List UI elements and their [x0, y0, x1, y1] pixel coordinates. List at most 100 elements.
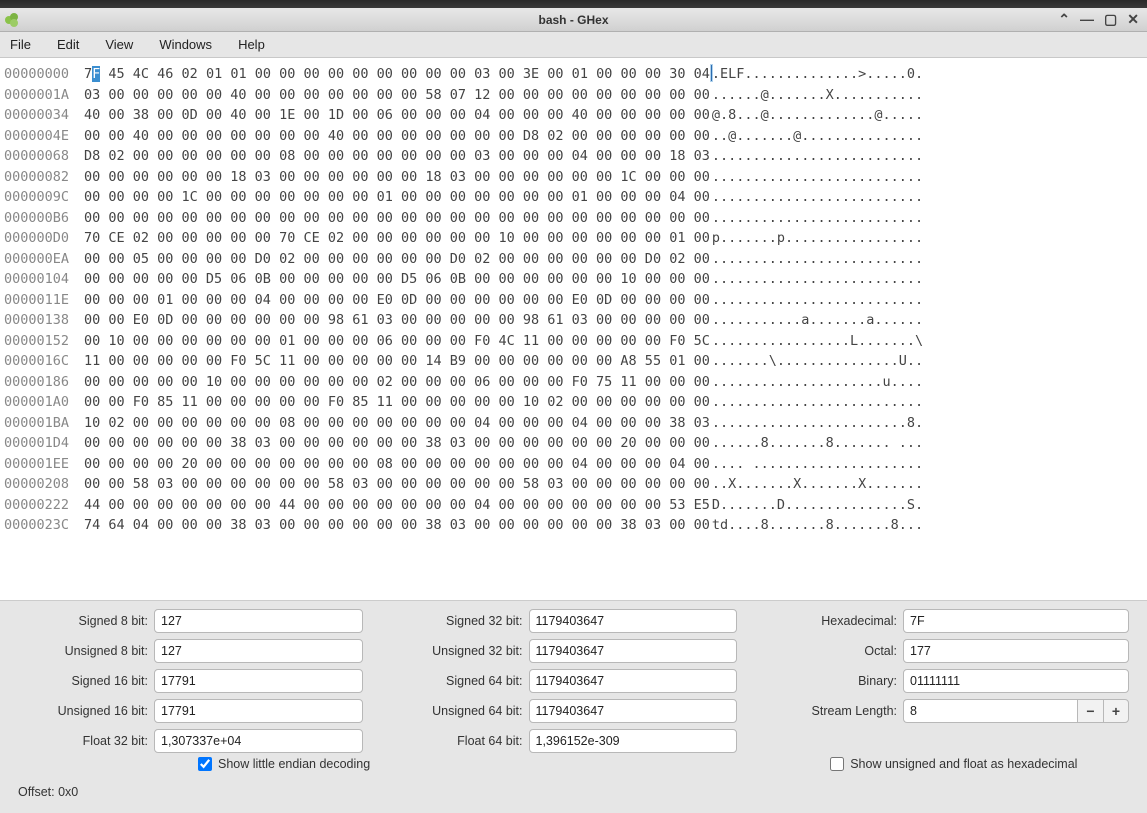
hex-row[interactable]: 0000020800 00 58 03 00 00 00 00 00 00 58…: [4, 474, 1143, 495]
hex-bytes[interactable]: 03 00 00 00 00 00 40 00 00 00 00 00 00 0…: [84, 85, 710, 106]
field-bin[interactable]: [903, 669, 1129, 693]
hex-ascii[interactable]: ..........................: [712, 290, 923, 311]
hex-row[interactable]: 0000010400 00 00 00 00 D5 06 0B 00 00 00…: [4, 269, 1143, 290]
field-f64[interactable]: [529, 729, 738, 753]
hex-ascii[interactable]: p.......p.................: [712, 228, 923, 249]
hex-ascii[interactable]: ..........................: [712, 167, 923, 188]
checkbox-hex-mode[interactable]: [830, 757, 844, 771]
hex-row[interactable]: 0000001A03 00 00 00 00 00 40 00 00 00 00…: [4, 85, 1143, 106]
hex-ascii[interactable]: @.8...@.............@.....: [712, 105, 923, 126]
hex-bytes[interactable]: 40 00 38 00 0D 00 40 00 1E 00 1D 00 06 0…: [84, 105, 710, 126]
hex-bytes[interactable]: 11 00 00 00 00 00 F0 5C 11 00 00 00 00 0…: [84, 351, 710, 372]
hex-ascii[interactable]: .ELF..............>.....0.: [712, 64, 923, 85]
field-u64[interactable]: [529, 699, 738, 723]
hex-bytes[interactable]: 00 00 00 00 00 00 18 03 00 00 00 00 00 0…: [84, 167, 710, 188]
hex-bytes[interactable]: D8 02 00 00 00 00 00 00 08 00 00 00 00 0…: [84, 146, 710, 167]
field-u16[interactable]: [154, 699, 363, 723]
hex-row[interactable]: 0000023C74 64 04 00 00 00 38 03 00 00 00…: [4, 515, 1143, 536]
hex-ascii[interactable]: td....8.......8.......8...: [712, 515, 923, 536]
close-icon[interactable]: ✕: [1127, 11, 1139, 28]
hex-row[interactable]: 0000016C11 00 00 00 00 00 F0 5C 11 00 00…: [4, 351, 1143, 372]
hex-ascii[interactable]: ..........................: [712, 146, 923, 167]
rollup-icon[interactable]: ⌃: [1058, 11, 1070, 28]
hex-row[interactable]: 0000004E00 00 40 00 00 00 00 00 00 00 40…: [4, 126, 1143, 147]
label-hex: Hexadecimal:: [767, 614, 897, 628]
menu-edit[interactable]: Edit: [53, 35, 83, 54]
hex-ascii[interactable]: ..X.......X.......X.......: [712, 474, 923, 495]
hex-ascii[interactable]: ..@.......@...............: [712, 126, 923, 147]
hex-bytes[interactable]: 44 00 00 00 00 00 00 00 44 00 00 00 00 0…: [84, 495, 710, 516]
hex-row[interactable]: 0000009C00 00 00 00 1C 00 00 00 00 00 00…: [4, 187, 1143, 208]
hex-bytes[interactable]: 00 00 00 00 1C 00 00 00 00 00 00 00 01 0…: [84, 187, 710, 208]
hex-bytes[interactable]: 00 00 40 00 00 00 00 00 00 00 40 00 00 0…: [84, 126, 710, 147]
hex-row[interactable]: 000000EA00 00 05 00 00 00 00 D0 02 00 00…: [4, 249, 1143, 270]
menu-windows[interactable]: Windows: [155, 35, 216, 54]
hex-row[interactable]: 0000022244 00 00 00 00 00 00 00 44 00 00…: [4, 495, 1143, 516]
menu-help[interactable]: Help: [234, 35, 269, 54]
hex-ascii[interactable]: ...........a.......a......: [712, 310, 923, 331]
window-titlebar[interactable]: bash - GHex ⌃ — ▢ ✕: [0, 8, 1147, 32]
hex-row[interactable]: 000000D070 CE 02 00 00 00 00 00 70 CE 02…: [4, 228, 1143, 249]
field-hex[interactable]: [903, 609, 1129, 633]
hex-ascii[interactable]: .... .....................: [712, 454, 923, 475]
hex-row[interactable]: 0000008200 00 00 00 00 00 18 03 00 00 00…: [4, 167, 1143, 188]
hex-row[interactable]: 0000011E00 00 00 01 00 00 00 04 00 00 00…: [4, 290, 1143, 311]
minimize-icon[interactable]: —: [1080, 11, 1094, 28]
checkbox-little-endian[interactable]: [198, 757, 212, 771]
hex-ascii[interactable]: .......\...............U..: [712, 351, 923, 372]
hex-ascii[interactable]: ......@.......X...........: [712, 85, 923, 106]
hex-bytes[interactable]: 00 00 58 03 00 00 00 00 00 00 58 03 00 0…: [84, 474, 710, 495]
hex-row[interactable]: 00000068D8 02 00 00 00 00 00 00 08 00 00…: [4, 146, 1143, 167]
hex-row[interactable]: 000001A000 00 F0 85 11 00 00 00 00 00 F0…: [4, 392, 1143, 413]
hex-bytes[interactable]: 00 00 00 00 00 D5 06 0B 00 00 00 00 00 D…: [84, 269, 710, 290]
field-s8[interactable]: [154, 609, 363, 633]
maximize-icon[interactable]: ▢: [1104, 11, 1117, 28]
hex-bytes[interactable]: 00 00 F0 85 11 00 00 00 00 00 F0 85 11 0…: [84, 392, 710, 413]
hex-row[interactable]: 000000007F 45 4C 46 02 01 01 00 00 00 00…: [4, 64, 1143, 85]
hex-row[interactable]: 000000B600 00 00 00 00 00 00 00 00 00 00…: [4, 208, 1143, 229]
hex-ascii[interactable]: ........................8.: [712, 413, 923, 434]
hex-bytes[interactable]: 74 64 04 00 00 00 38 03 00 00 00 00 00 0…: [84, 515, 710, 536]
hex-ascii[interactable]: ..........................: [712, 249, 923, 270]
field-u32[interactable]: [529, 639, 738, 663]
hex-ascii[interactable]: ..........................: [712, 208, 923, 229]
hex-ascii[interactable]: ..........................: [712, 269, 923, 290]
stream-length-minus[interactable]: −: [1077, 699, 1103, 723]
hex-row[interactable]: 0000003440 00 38 00 0D 00 40 00 1E 00 1D…: [4, 105, 1143, 126]
field-s32[interactable]: [529, 609, 738, 633]
field-f32[interactable]: [154, 729, 363, 753]
hex-bytes[interactable]: 00 00 00 00 20 00 00 00 00 00 00 00 08 0…: [84, 454, 710, 475]
hex-bytes[interactable]: 10 02 00 00 00 00 00 00 08 00 00 00 00 0…: [84, 413, 710, 434]
hex-bytes[interactable]: 00 00 05 00 00 00 00 D0 02 00 00 00 00 0…: [84, 249, 710, 270]
hex-row[interactable]: 0000013800 00 E0 0D 00 00 00 00 00 00 98…: [4, 310, 1143, 331]
menu-file[interactable]: File: [6, 35, 35, 54]
hex-row[interactable]: 0000018600 00 00 00 00 10 00 00 00 00 00…: [4, 372, 1143, 393]
hex-row[interactable]: 000001D400 00 00 00 00 00 38 03 00 00 00…: [4, 433, 1143, 454]
hex-ascii[interactable]: .....................u....: [712, 372, 923, 393]
hex-ascii[interactable]: ......8.......8....... ...: [712, 433, 923, 454]
field-stream-length[interactable]: [903, 699, 1077, 723]
hex-bytes[interactable]: 00 00 E0 0D 00 00 00 00 00 00 98 61 03 0…: [84, 310, 710, 331]
hex-bytes[interactable]: 00 10 00 00 00 00 00 00 01 00 00 00 06 0…: [84, 331, 710, 352]
hex-ascii[interactable]: ..........................: [712, 187, 923, 208]
hex-bytes[interactable]: 00 00 00 00 00 10 00 00 00 00 00 00 02 0…: [84, 372, 710, 393]
hex-bytes[interactable]: 7F 45 4C 46 02 01 01 00 00 00 00 00 00 0…: [84, 64, 710, 85]
label-s32: Signed 32 bit:: [393, 614, 523, 628]
hex-ascii[interactable]: ..........................: [712, 392, 923, 413]
hex-editor-view[interactable]: 000000007F 45 4C 46 02 01 01 00 00 00 00…: [0, 58, 1147, 601]
hex-ascii[interactable]: .................L.......\: [712, 331, 923, 352]
hex-row[interactable]: 0000015200 10 00 00 00 00 00 00 01 00 00…: [4, 331, 1143, 352]
field-s64[interactable]: [529, 669, 738, 693]
stream-length-plus[interactable]: +: [1103, 699, 1129, 723]
hex-bytes[interactable]: 00 00 00 01 00 00 00 04 00 00 00 00 E0 0…: [84, 290, 710, 311]
hex-bytes[interactable]: 70 CE 02 00 00 00 00 00 70 CE 02 00 00 0…: [84, 228, 710, 249]
field-oct[interactable]: [903, 639, 1129, 663]
hex-row[interactable]: 000001BA10 02 00 00 00 00 00 00 08 00 00…: [4, 413, 1143, 434]
field-u8[interactable]: [154, 639, 363, 663]
menu-view[interactable]: View: [101, 35, 137, 54]
hex-bytes[interactable]: 00 00 00 00 00 00 00 00 00 00 00 00 00 0…: [84, 208, 710, 229]
hex-bytes[interactable]: 00 00 00 00 00 00 38 03 00 00 00 00 00 0…: [84, 433, 710, 454]
field-s16[interactable]: [154, 669, 363, 693]
hex-ascii[interactable]: D.......D...............S.: [712, 495, 923, 516]
hex-row[interactable]: 000001EE00 00 00 00 20 00 00 00 00 00 00…: [4, 454, 1143, 475]
